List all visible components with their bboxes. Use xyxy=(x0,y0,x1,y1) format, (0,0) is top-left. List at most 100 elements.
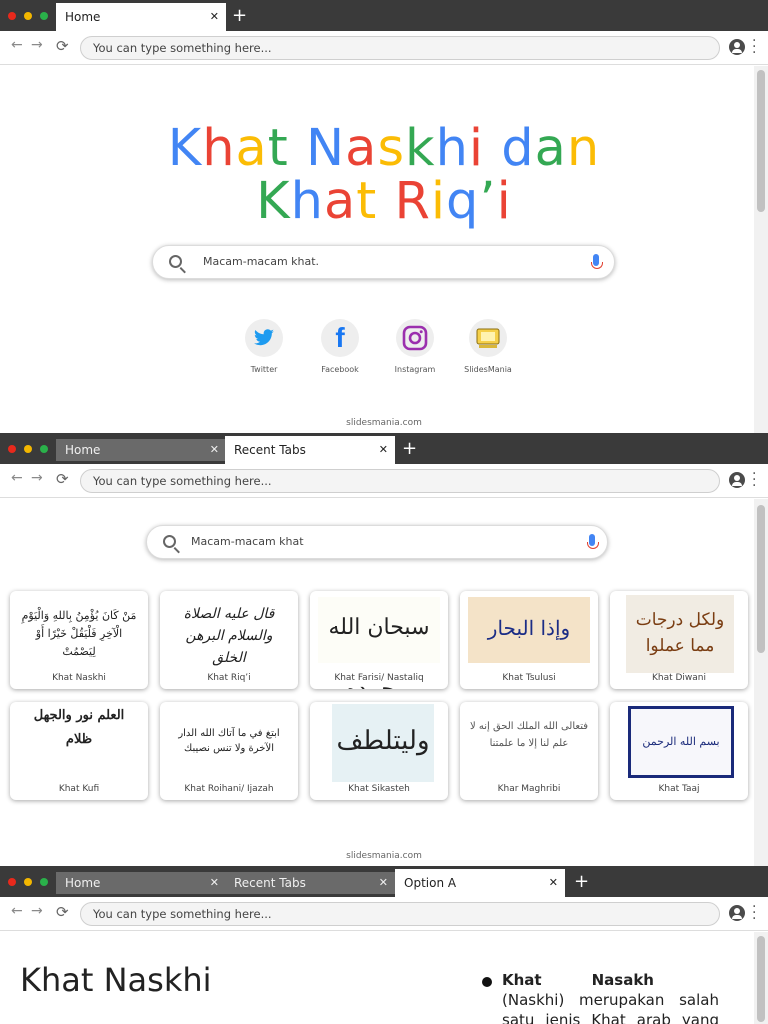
khat-roihani-image: ابتغ في ما آتاك الله الدار الآخرة ولا تن… xyxy=(168,708,290,774)
maximize-window-dot[interactable] xyxy=(40,878,48,886)
card-khat-kufi[interactable]: العلم نور والجهل ظلام Khat Kufi xyxy=(10,702,148,800)
khat-farisi-image: سبحان الله وبحمده xyxy=(318,597,440,689)
instagram-icon xyxy=(396,319,434,357)
reload-icon[interactable]: ⟳ xyxy=(56,903,69,921)
title-letter: R xyxy=(394,172,431,231)
title-letter: a xyxy=(534,119,567,178)
minimize-window-dot[interactable] xyxy=(24,878,32,886)
title-letter xyxy=(484,119,501,178)
tab-label: Recent Tabs xyxy=(234,443,306,457)
card-label: Khat Tsulusi xyxy=(502,673,556,683)
menu-dots-icon[interactable]: · · · xyxy=(752,467,756,493)
title-letter: d xyxy=(501,119,535,178)
social-facebook[interactable]: f Facebook xyxy=(310,319,370,374)
card-khat-roihani[interactable]: ابتغ في ما آتاك الله الدار الآخرة ولا تن… xyxy=(160,702,298,800)
card-label: Khat Sikasteh xyxy=(348,784,410,794)
tab-home[interactable]: Home ✕ xyxy=(56,439,226,461)
title-letter: a xyxy=(345,119,378,178)
social-label: Facebook xyxy=(321,365,359,374)
footer-link[interactable]: slidesmania.com xyxy=(0,418,768,428)
bold-word: Khat xyxy=(502,971,542,989)
url-input[interactable]: You can type something here... xyxy=(80,469,720,493)
title-letter: i xyxy=(468,119,485,178)
close-icon[interactable]: ✕ xyxy=(379,872,388,894)
tab-label: Home xyxy=(65,876,101,890)
mic-icon[interactable] xyxy=(587,534,599,549)
maximize-window-dot[interactable] xyxy=(40,12,48,20)
card-khat-riqi[interactable]: قال عليه الصلاة والسلام البرهن الخلق Kha… xyxy=(160,591,298,689)
close-window-dot[interactable] xyxy=(8,12,16,20)
forward-arrow-icon[interactable]: → xyxy=(31,470,43,486)
scrollbar[interactable] xyxy=(754,66,768,433)
slide-home: Home ✕ + ← → ⟳ You can type something he… xyxy=(0,0,768,433)
back-arrow-icon[interactable]: ← xyxy=(11,37,23,53)
title-letter: h xyxy=(290,172,324,231)
url-input[interactable]: You can type something here... xyxy=(80,902,720,926)
url-input[interactable]: You can type something here... xyxy=(80,36,720,60)
menu-dots-icon[interactable]: · · · xyxy=(752,900,756,926)
minimize-window-dot[interactable] xyxy=(24,445,32,453)
scrollbar[interactable] xyxy=(754,932,768,1024)
account-icon[interactable] xyxy=(729,905,745,921)
tab-option-a[interactable]: Option A ✕ xyxy=(395,869,565,897)
title-letter: s xyxy=(377,119,406,178)
new-tab-icon[interactable]: + xyxy=(402,436,417,462)
title-letter: n xyxy=(566,119,601,178)
title-letter: t xyxy=(356,172,378,231)
new-tab-icon[interactable]: + xyxy=(232,3,247,29)
new-tab-icon[interactable]: + xyxy=(574,869,589,895)
tab-home[interactable]: Home ✕ xyxy=(56,872,226,894)
back-arrow-icon[interactable]: ← xyxy=(11,470,23,486)
back-arrow-icon[interactable]: ← xyxy=(11,903,23,919)
social-twitter[interactable]: Twitter xyxy=(234,319,294,374)
reload-icon[interactable]: ⟳ xyxy=(56,470,69,488)
footer-link[interactable]: slidesmania.com xyxy=(0,851,768,861)
mic-icon[interactable] xyxy=(591,254,603,269)
card-khat-taaj[interactable]: بسم الله الرحمن الرحيم Khat Taaj xyxy=(610,702,748,800)
title-letter: K xyxy=(167,119,203,178)
forward-arrow-icon[interactable]: → xyxy=(31,903,43,919)
close-window-dot[interactable] xyxy=(8,445,16,453)
account-icon[interactable] xyxy=(729,472,745,488)
social-label: SlidesMania xyxy=(464,365,512,374)
menu-dots-icon[interactable]: · · · xyxy=(752,34,756,60)
title-letter: i xyxy=(430,172,447,231)
card-khar-maghribi[interactable]: فتعالى الله الملك الحق إنه لا علم لنا إل… xyxy=(460,702,598,800)
search-box[interactable]: Macam-macam khat. xyxy=(152,245,615,279)
card-label: Khat Taaj xyxy=(658,784,700,794)
card-khat-farisi[interactable]: سبحان الله وبحمده Khat Farisi/ Nastaliq xyxy=(310,591,448,689)
facebook-icon: f xyxy=(321,319,359,357)
tab-label: Recent Tabs xyxy=(234,876,306,890)
tab-label: Home xyxy=(65,10,101,24)
close-icon[interactable]: ✕ xyxy=(210,872,219,894)
card-khat-sikasteh[interactable]: وليتلطف Khat Sikasteh xyxy=(310,702,448,800)
search-icon xyxy=(163,535,176,548)
khat-taaj-image: بسم الله الرحمن الرحيم xyxy=(628,706,734,778)
search-box[interactable]: Macam-macam khat xyxy=(146,525,608,559)
card-khat-tsulusi[interactable]: وإذا البحار سجرت Khat Tsulusi xyxy=(460,591,598,689)
scrollbar[interactable] xyxy=(754,499,768,866)
title-letter: k xyxy=(405,119,436,178)
maximize-window-dot[interactable] xyxy=(40,445,48,453)
title-line-1: Khat Naskhi dan xyxy=(0,123,768,175)
close-icon[interactable]: ✕ xyxy=(379,436,388,464)
social-instagram[interactable]: Instagram xyxy=(385,319,445,374)
close-icon[interactable]: ✕ xyxy=(549,869,558,897)
account-icon[interactable] xyxy=(729,39,745,55)
forward-arrow-icon[interactable]: → xyxy=(31,37,43,53)
tab-recent-tabs[interactable]: Recent Tabs ✕ xyxy=(225,436,395,464)
tab-recent-tabs[interactable]: Recent Tabs ✕ xyxy=(225,872,395,894)
card-khat-naskhi[interactable]: مَنْ كَانَ يُؤْمِنُ بِاللهِ وَالْيَوْمِ … xyxy=(10,591,148,689)
reload-icon[interactable]: ⟳ xyxy=(56,37,69,55)
tab-home[interactable]: Home ✕ xyxy=(56,3,226,31)
minimize-window-dot[interactable] xyxy=(24,12,32,20)
card-label: Khat Kufi xyxy=(58,784,100,794)
card-khat-diwani[interactable]: ولكل درجات مما عملوا Khat Diwani xyxy=(610,591,748,689)
close-window-dot[interactable] xyxy=(8,878,16,886)
close-icon[interactable]: ✕ xyxy=(210,439,219,461)
close-icon[interactable]: ✕ xyxy=(210,3,219,31)
title-letter: a xyxy=(235,119,268,178)
social-slidesmania[interactable]: SlidesMania xyxy=(458,319,518,374)
bold-word: Nasakh xyxy=(591,971,654,989)
paragraph-text: (Naskhi) merupakan salah satu jenis Khat… xyxy=(502,991,719,1024)
